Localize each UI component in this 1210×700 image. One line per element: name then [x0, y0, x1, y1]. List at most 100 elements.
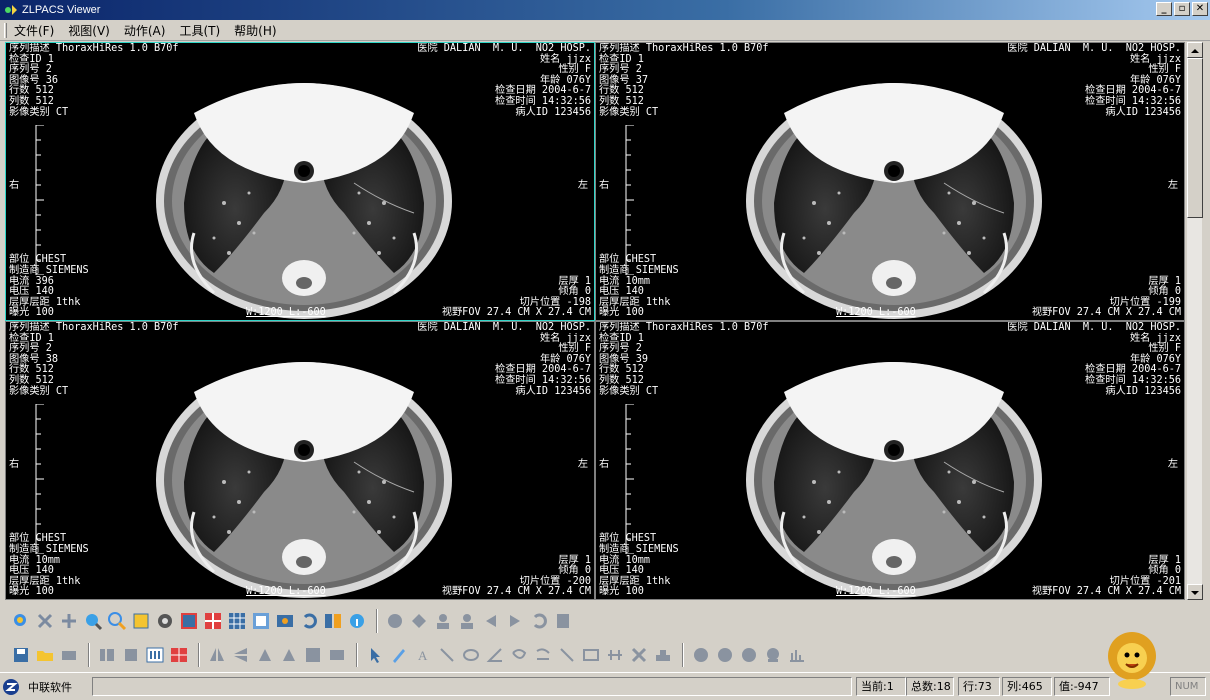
- person-alt-icon[interactable]: [456, 610, 478, 632]
- undo-icon[interactable]: [298, 610, 320, 632]
- multi-image-icon[interactable]: [144, 644, 166, 666]
- overlay-slice-info: 层厚 1 倾角 0 切片位置 -199 视野FOV 27.4 CM X 27.4…: [1031, 275, 1181, 319]
- flip-horizontal-icon[interactable]: [206, 644, 228, 666]
- grid-2x2-icon[interactable]: [202, 610, 224, 632]
- vertical-scrollbar[interactable]: [1186, 42, 1203, 600]
- image-viewer-grid: 序列描述 ThoraxHiRes 1.0 B70f 检查ID 1 序列号 2 图…: [5, 42, 1185, 600]
- overlay-patient-info: 医院 DALIAN M. U. NO2 HOSP. 姓名 jjzx 性别 F 年…: [417, 322, 591, 397]
- prev-icon[interactable]: [480, 610, 502, 632]
- overlay-slice-info: 层厚 1 倾角 0 切片位置 -200 视野FOV 27.4 CM X 27.4…: [441, 554, 591, 598]
- menu-view[interactable]: 视图(V): [61, 22, 117, 39]
- overlay-slice-info: 层厚 1 倾角 0 切片位置 -201 视野FOV 27.4 CM X 27.4…: [1031, 554, 1181, 598]
- menu-action[interactable]: 动作(A): [117, 22, 173, 39]
- ellipse-icon[interactable]: [460, 644, 482, 666]
- next-icon[interactable]: [504, 610, 526, 632]
- film-icon[interactable]: [274, 610, 296, 632]
- mpr-icon[interactable]: [690, 644, 712, 666]
- grid-select-icon[interactable]: [250, 610, 272, 632]
- calibrate-icon[interactable]: [652, 644, 674, 666]
- tile-icon[interactable]: [168, 644, 190, 666]
- rotate-right-icon[interactable]: [278, 644, 300, 666]
- overlay-patient-info: 医院 DALIAN M. U. NO2 HOSP. 姓名 jjzx 性别 F 年…: [1007, 322, 1181, 397]
- orientation-left-label: 左: [577, 180, 588, 191]
- toolbar-annotation-tools: A: [0, 638, 1210, 672]
- app-brand-label: 中联软件: [28, 681, 72, 694]
- series-icon[interactable]: [96, 644, 118, 666]
- menu-help[interactable]: 帮助(H): [227, 22, 283, 39]
- zoom-icon[interactable]: [106, 610, 128, 632]
- magnifier-plus-icon[interactable]: [82, 610, 104, 632]
- rotate-left-icon[interactable]: [254, 644, 276, 666]
- flip-icon[interactable]: [408, 610, 430, 632]
- window-level-readout: W:1200 L:-600: [836, 586, 916, 598]
- scale-ruler: [624, 125, 636, 275]
- svg-text:A: A: [418, 648, 428, 663]
- arrow-line-icon[interactable]: [556, 644, 578, 666]
- scroll-up-button[interactable]: [1187, 42, 1203, 58]
- 3d-icon[interactable]: [738, 644, 760, 666]
- scale-ruler: [34, 404, 46, 554]
- compare-icon[interactable]: [322, 610, 344, 632]
- viewport-4[interactable]: 序列描述 ThoraxHiRes 1.0 B70f 检查ID 1 序列号 2 图…: [595, 321, 1185, 600]
- reset-icon[interactable]: [528, 610, 550, 632]
- locate-icon[interactable]: [10, 610, 32, 632]
- overlay-series-info: 序列描述 ThoraxHiRes 1.0 B70f 检查ID 1 序列号 2 图…: [9, 322, 179, 397]
- person-icon[interactable]: [432, 610, 454, 632]
- open-folder-icon[interactable]: [34, 644, 56, 666]
- dicom-tag-icon[interactable]: [762, 644, 784, 666]
- ct-slice-image: [744, 332, 1044, 600]
- window-level-readout: W:1200 L:-600: [246, 586, 326, 598]
- rotate-icon[interactable]: [384, 610, 406, 632]
- report-icon[interactable]: [552, 610, 574, 632]
- single-image-icon[interactable]: [120, 644, 142, 666]
- fit-icon[interactable]: [302, 644, 324, 666]
- window-level-readout: W:1200 L:-600: [246, 307, 326, 319]
- orientation-right-label: 右: [599, 459, 610, 470]
- orientation-left-label: 左: [1167, 459, 1178, 470]
- pen-icon[interactable]: [388, 644, 410, 666]
- rectangle-icon[interactable]: [580, 644, 602, 666]
- status-total: 总数:18: [906, 677, 954, 696]
- pan-icon[interactable]: [58, 610, 80, 632]
- histogram-icon[interactable]: [786, 644, 808, 666]
- cine-icon[interactable]: [714, 644, 736, 666]
- menu-file[interactable]: 文件(F): [7, 22, 61, 39]
- window-level-icon[interactable]: [130, 610, 152, 632]
- pointer-icon[interactable]: [364, 644, 386, 666]
- overlay-series-info: 序列描述 ThoraxHiRes 1.0 B70f 检查ID 1 序列号 2 图…: [599, 322, 769, 397]
- title-bar: ZLPACS Viewer _ ▫ ✕: [0, 0, 1210, 20]
- maximize-button[interactable]: ▫: [1174, 2, 1190, 16]
- print-icon[interactable]: [58, 644, 80, 666]
- layout-icon[interactable]: [178, 610, 200, 632]
- toolbar-separator: [682, 643, 684, 667]
- scroll-down-button[interactable]: [1187, 584, 1203, 600]
- status-numlock: NUM: [1170, 677, 1206, 696]
- text-icon[interactable]: A: [412, 644, 434, 666]
- window-title: ZLPACS Viewer: [22, 4, 101, 16]
- orientation-left-label: 左: [577, 459, 588, 470]
- angle-icon[interactable]: [484, 644, 506, 666]
- toolbar-image-tools: [0, 604, 1210, 638]
- delete-annotation-icon[interactable]: [628, 644, 650, 666]
- viewport-3[interactable]: 序列描述 ThoraxHiRes 1.0 B70f 检查ID 1 序列号 2 图…: [5, 321, 595, 600]
- viewport-2[interactable]: 序列描述 ThoraxHiRes 1.0 B70f 检查ID 1 序列号 2 图…: [595, 42, 1185, 321]
- actual-size-icon[interactable]: [326, 644, 348, 666]
- measure-icon[interactable]: [604, 644, 626, 666]
- overlay-acquisition-info: 部位 CHEST 制造商 SIEMENS 电流 10mm 电压 140 层厚层距…: [599, 254, 679, 319]
- status-row: 行:73: [958, 677, 1000, 696]
- cobb-angle-icon[interactable]: [532, 644, 554, 666]
- flip-vertical-icon[interactable]: [230, 644, 252, 666]
- line-icon[interactable]: [436, 644, 458, 666]
- invert-icon[interactable]: [154, 610, 176, 632]
- save-icon[interactable]: [10, 644, 32, 666]
- menu-tools[interactable]: 工具(T): [172, 22, 227, 39]
- minimize-button[interactable]: _: [1156, 2, 1172, 16]
- brand-logo-icon: [3, 679, 19, 695]
- freehand-roi-icon[interactable]: [508, 644, 530, 666]
- scroll-thumb[interactable]: [1187, 58, 1203, 218]
- viewport-1[interactable]: 序列描述 ThoraxHiRes 1.0 B70f 检查ID 1 序列号 2 图…: [5, 42, 595, 321]
- crosshair-icon[interactable]: [34, 610, 56, 632]
- close-button[interactable]: ✕: [1192, 2, 1208, 16]
- grid-3x3-icon[interactable]: [226, 610, 248, 632]
- info-icon[interactable]: [346, 610, 368, 632]
